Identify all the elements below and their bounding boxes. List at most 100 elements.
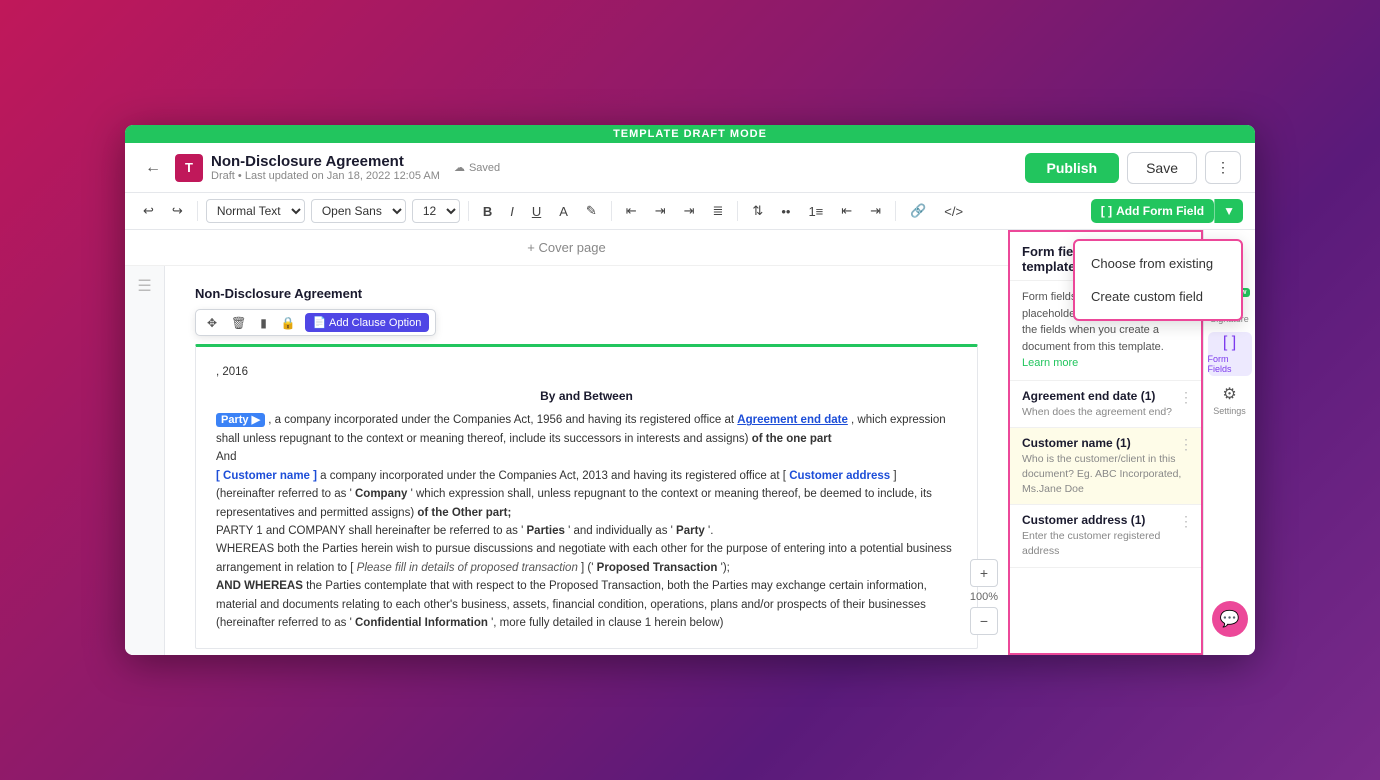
toolbar-divider-3 — [611, 201, 612, 221]
zoom-out-button[interactable]: − — [970, 607, 998, 635]
form-field-customer-name: Customer name (1) Who is the customer/cl… — [1010, 428, 1201, 505]
toolbar-divider-1 — [197, 201, 198, 221]
form-field-dots-3[interactable]: ⋮ — [1179, 513, 1193, 530]
link-button[interactable]: 🔗 — [904, 200, 932, 222]
lock-clause-button[interactable]: 🔒 — [276, 314, 301, 332]
chat-button-container: 💬 — [1212, 601, 1248, 645]
doc-paragraph-1: Party ▶ , a company incorporated under t… — [216, 411, 957, 448]
line-height-button[interactable]: ⇅ — [746, 200, 769, 222]
header-actions: Publish Save ⋮ — [1025, 151, 1241, 184]
add-form-field-dropdown-button[interactable]: ▼ — [1214, 199, 1243, 223]
form-field-name-3: Customer address (1) — [1022, 513, 1189, 527]
bullet-list-button[interactable]: •• — [775, 201, 796, 222]
indent-decrease-button[interactable]: ⇤ — [835, 200, 858, 222]
add-form-field-container: [ ] Add Form Field ▼ Choose from existin… — [1087, 199, 1243, 223]
toolbar-divider-5 — [895, 201, 896, 221]
chat-button[interactable]: 💬 — [1212, 601, 1248, 637]
duplicate-clause-button[interactable]: ▮ — [255, 314, 272, 332]
drag-handle[interactable]: ✥ — [202, 314, 222, 332]
form-field-name-2: Customer name (1) — [1022, 436, 1189, 450]
delete-clause-button[interactable]: 🗑 — [226, 314, 251, 332]
doc-title: Non-Disclosure Agreement — [211, 153, 440, 170]
agreement-end-date-field: Agreement end date — [737, 414, 848, 426]
redo-button[interactable]: ↪ — [166, 200, 189, 222]
settings-icon: ⚙ — [1222, 384, 1236, 404]
party-tag: Party ▶ — [216, 413, 265, 427]
undo-button[interactable]: ↩ — [137, 200, 160, 222]
form-field-dots-1[interactable]: ⋮ — [1179, 389, 1193, 406]
header: ← T Non-Disclosure Agreement Draft • Las… — [125, 143, 1255, 193]
align-center-button[interactable]: ⇥ — [649, 200, 672, 222]
doc-subtitle: Draft • Last updated on Jan 18, 2022 12:… — [211, 170, 440, 182]
text-style-select[interactable]: Normal Text Heading 1 Heading 2 — [206, 199, 305, 223]
form-field-hint-3: Enter the customer registered address — [1022, 529, 1189, 558]
cover-page-bar[interactable]: + Cover page — [125, 230, 1008, 266]
app-window: TEMPLATE DRAFT MODE ← T Non-Disclosure A… — [125, 125, 1255, 655]
choose-existing-option[interactable]: Choose from existing — [1075, 247, 1241, 280]
more-options-button[interactable]: ⋮ — [1205, 151, 1241, 184]
template-banner: TEMPLATE DRAFT MODE — [125, 125, 1255, 143]
align-right-button[interactable]: ⇥ — [678, 200, 701, 222]
learn-more-link[interactable]: Learn more — [1022, 357, 1078, 369]
customer-address-field: Customer address — [789, 470, 890, 482]
by-and-between: By and Between — [216, 389, 957, 403]
doc-and: And — [216, 448, 957, 466]
form-fields-icon: [ ] — [1223, 334, 1236, 352]
font-select[interactable]: Open Sans Arial — [311, 199, 406, 223]
bold-button[interactable]: B — [477, 201, 498, 222]
clause-toolbar: ✥ 🗑 ▮ 🔒 📄 Add Clause Option — [195, 309, 436, 336]
doc-paragraph-3: PARTY 1 and COMPANY shall hereinafter be… — [216, 522, 957, 540]
chat-icon: 💬 — [1220, 609, 1240, 629]
align-left-button[interactable]: ⇤ — [620, 200, 643, 222]
doc-title-area: Non-Disclosure Agreement Draft • Last up… — [211, 153, 440, 182]
save-button[interactable]: Save — [1127, 152, 1197, 184]
toolbar: ↩ ↪ Normal Text Heading 1 Heading 2 Open… — [125, 193, 1255, 230]
doc-heading: Non-Disclosure Agreement — [195, 286, 978, 301]
doc-paragraph-2: [ Customer name ] a company incorporated… — [216, 467, 957, 522]
editor-area: + Cover page ☰ Non-Disclosure Agreement … — [125, 230, 1008, 655]
code-button[interactable]: </> — [938, 201, 969, 222]
editor-document: , 2016 By and Between Party ▶ , a compan… — [195, 344, 978, 649]
form-field-customer-address: Customer address (1) Enter the customer … — [1010, 505, 1201, 567]
sidebar-item-settings[interactable]: ⚙ Settings — [1208, 378, 1252, 422]
doc-whereas-1: WHEREAS both the Parties herein wish to … — [216, 540, 957, 577]
add-form-field-button[interactable]: [ ] Add Form Field — [1091, 199, 1214, 223]
add-form-field-group: [ ] Add Form Field ▼ — [1087, 199, 1243, 223]
create-custom-option[interactable]: Create custom field — [1075, 280, 1241, 313]
text-color-button[interactable]: A — [553, 201, 574, 222]
editor-outer: ☰ Non-Disclosure Agreement ✥ 🗑 ▮ 🔒 📄 Add… — [125, 266, 1008, 655]
add-clause-option-button[interactable]: 📄 Add Clause Option — [305, 313, 429, 332]
numbered-list-button[interactable]: 1≡ — [802, 201, 829, 222]
toolbar-divider-4 — [737, 201, 738, 221]
form-fields-label: Form Fields — [1208, 354, 1252, 374]
doc-icon: T — [175, 154, 203, 182]
italic-button[interactable]: I — [504, 201, 520, 222]
customer-name-field: [ Customer name ] — [216, 470, 317, 482]
zoom-in-button[interactable]: + — [970, 559, 998, 587]
sidebar-item-form-fields[interactable]: [ ] Form Fields — [1208, 332, 1252, 376]
form-field-dots-2[interactable]: ⋮ — [1179, 436, 1193, 453]
back-button[interactable]: ← — [139, 157, 167, 179]
publish-button[interactable]: Publish — [1025, 153, 1120, 183]
zoom-level: 100% — [970, 591, 998, 603]
doc-paragraph-date: , 2016 — [216, 363, 957, 381]
document-body[interactable]: Non-Disclosure Agreement ✥ 🗑 ▮ 🔒 📄 Add C… — [165, 266, 1008, 655]
form-field-agreement-end-date: Agreement end date (1) When does the agr… — [1010, 381, 1201, 429]
underline-button[interactable]: U — [526, 201, 547, 222]
saved-badge: ☁ Saved — [454, 161, 500, 174]
form-field-hint-2: Who is the customer/client in this docum… — [1022, 452, 1189, 496]
justify-button[interactable]: ≣ — [707, 200, 730, 222]
sidebar-left-icon: ☰ — [137, 276, 151, 296]
header-left: ← T Non-Disclosure Agreement Draft • Las… — [139, 153, 1015, 182]
toolbar-divider-2 — [468, 201, 469, 221]
doc-whereas-2: AND WHEREAS the Parties contemplate that… — [216, 577, 957, 632]
form-field-hint-1: When does the agreement end? — [1022, 405, 1189, 420]
zoom-controls: + 100% − — [970, 559, 998, 635]
form-field-name-1: Agreement end date (1) — [1022, 389, 1189, 403]
font-size-select[interactable]: 12 14 16 — [412, 199, 460, 223]
indent-increase-button[interactable]: ⇥ — [864, 200, 887, 222]
highlight-button[interactable]: ✎ — [580, 200, 603, 222]
add-form-field-dropdown-menu: Choose from existing Create custom field — [1073, 239, 1243, 321]
settings-label: Settings — [1213, 406, 1246, 416]
left-sidebar: ☰ — [125, 266, 165, 655]
